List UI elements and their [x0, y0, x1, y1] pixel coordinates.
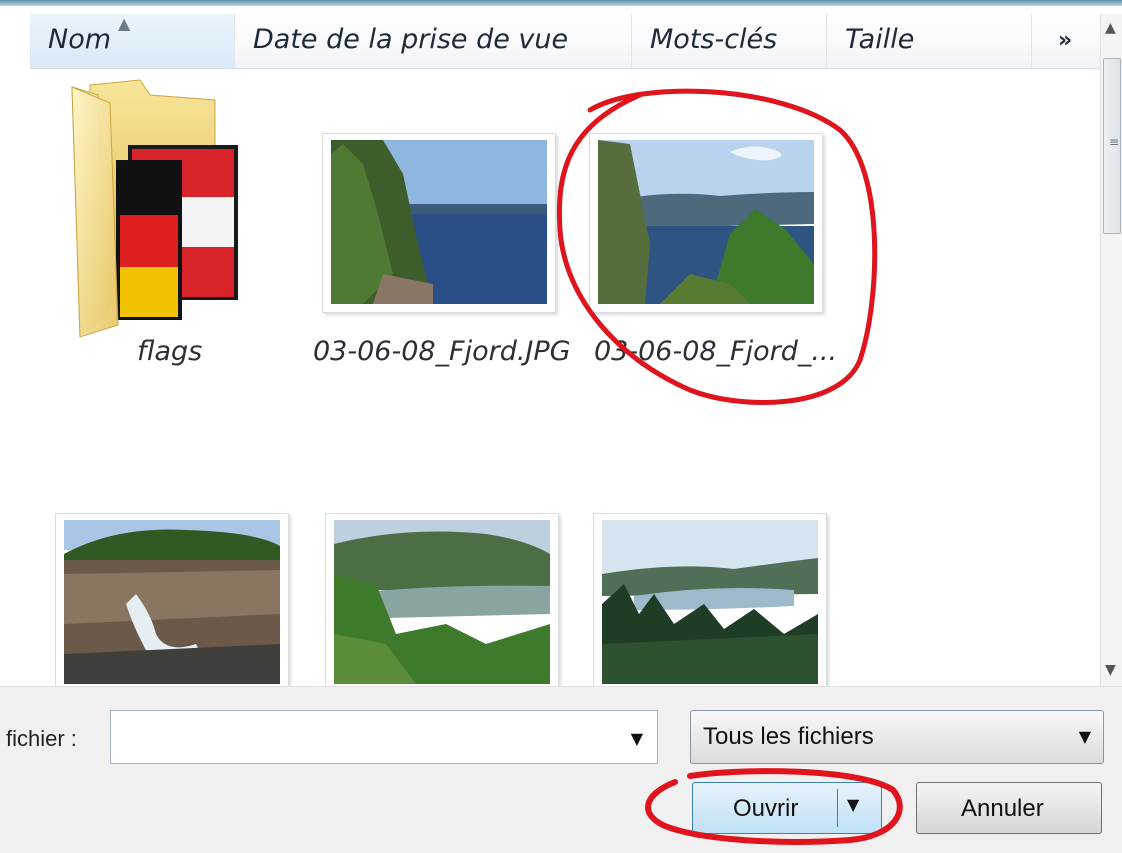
file-type-value: Tous les fichiers [703, 723, 874, 750]
chevron-down-icon: ▼ [1078, 727, 1091, 746]
file-label: 03-06-08_Fjord.JPG [313, 336, 571, 367]
scrollbar-thumb[interactable]: ≡ [1103, 58, 1121, 234]
image-thumbnail [55, 513, 289, 693]
split-divider [837, 789, 838, 827]
file-label: 03-06-08_Fjord_... [594, 336, 838, 367]
cancel-button[interactable]: Annuler [916, 782, 1102, 834]
more-columns-button[interactable]: » [1032, 14, 1100, 68]
file-type-select[interactable]: Tous les fichiers ▼ [690, 710, 1104, 764]
column-name-label: Nom [48, 24, 112, 55]
column-keywords-label: Mots-clés [650, 24, 778, 55]
image-thumbnail [322, 133, 556, 313]
window-frame-top [0, 0, 1122, 6]
column-date-taken[interactable]: Date de la prise de vue [235, 14, 632, 68]
filename-combobox[interactable]: ▼ [110, 710, 658, 764]
vertical-scrollbar[interactable]: ▲ ≡ ▼ [1100, 14, 1122, 686]
open-button-label: Ouvrir [733, 795, 799, 822]
sort-ascending-icon: ▲ [118, 14, 131, 33]
chevron-right-double-icon: » [1058, 28, 1073, 53]
filename-label: fichier : [6, 726, 77, 751]
grip-icon: ≡ [1109, 135, 1119, 149]
filename-input[interactable] [111, 711, 611, 761]
column-keywords[interactable]: Mots-clés [632, 14, 827, 68]
column-date-label: Date de la prise de vue [253, 24, 569, 55]
column-name[interactable]: ▲ Nom [30, 14, 235, 68]
chevron-down-icon[interactable]: ▼ [631, 729, 643, 748]
column-header: ▲ Nom Date de la prise de vue Mots-clés … [30, 14, 1100, 69]
open-button[interactable]: Ouvrir ▼ [692, 782, 882, 834]
image-thumbnail [589, 133, 823, 313]
image-thumbnail [325, 513, 559, 693]
cancel-button-label: Annuler [961, 795, 1044, 822]
image-thumbnail [593, 513, 827, 693]
chevron-down-icon[interactable]: ▼ [847, 795, 859, 814]
column-size[interactable]: Taille [827, 14, 1032, 68]
column-size-label: Taille [845, 24, 915, 55]
scroll-down-icon[interactable]: ▼ [1105, 662, 1116, 678]
scroll-up-icon[interactable]: ▲ [1105, 20, 1116, 36]
folder-icon [70, 75, 250, 340]
file-label: flags [137, 336, 203, 367]
